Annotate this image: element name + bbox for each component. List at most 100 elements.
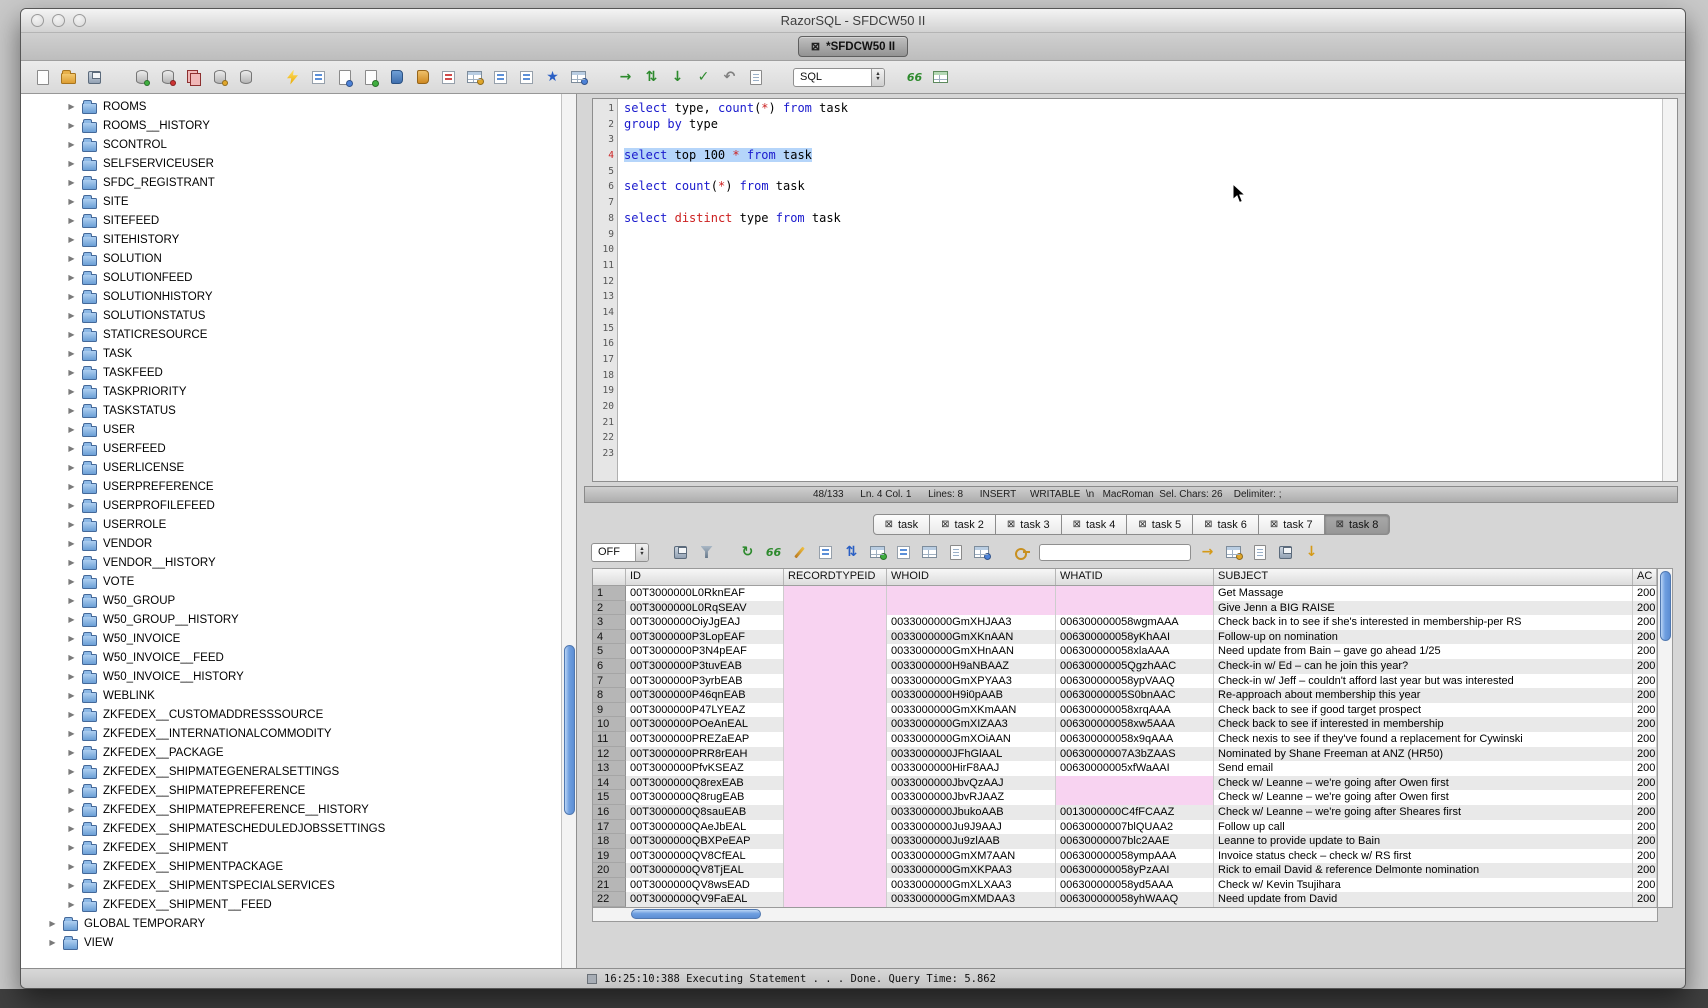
subject-cell[interactable]: Check back to see if good target prospec… [1214, 703, 1633, 718]
table-row[interactable]: 10 00T3000000POeAnEAL 0033000000GmXIZAA3… [593, 717, 1657, 732]
row-number-cell[interactable]: 17 [593, 820, 626, 835]
save-results-button[interactable] [671, 543, 690, 562]
result-tab[interactable]: ⊠ task 8 [1324, 514, 1391, 535]
sidebar-scrollbar-thumb[interactable] [564, 645, 575, 815]
id-cell[interactable]: 00T3000000P3yrbEAB [626, 674, 784, 689]
edit-page-button[interactable] [335, 68, 354, 87]
whoid-cell[interactable]: 0033000000GmXHJAA3 [887, 615, 1056, 630]
disclosure-triangle-icon[interactable]: ▶ [67, 748, 76, 757]
sidebar-item-table[interactable]: ▶ USERPREFERENCE [21, 477, 576, 496]
disclosure-triangle-icon[interactable]: ▶ [67, 406, 76, 415]
whatid-cell[interactable]: 006300000058wgmAAA [1056, 615, 1214, 630]
recordtypeid-cell[interactable] [784, 863, 887, 878]
subject-cell[interactable]: Check-in w/ Jeff – couldn't afford last … [1214, 674, 1633, 689]
new-connection-button[interactable] [210, 68, 229, 87]
whoid-cell[interactable]: 0033000000H9i0pAAB [887, 688, 1056, 703]
filter-results-button[interactable] [697, 543, 716, 562]
table-row[interactable]: 11 00T3000000PREZaEAP 0033000000GmXOiAAN… [593, 732, 1657, 747]
ac-cell[interactable]: 200 [1633, 805, 1657, 820]
subject-cell[interactable]: Check back in to see if she's interested… [1214, 615, 1633, 630]
table-row[interactable]: 21 00T3000000QV8wsEAD 0033000000GmXLXAA3… [593, 878, 1657, 893]
ac-cell[interactable]: 200 [1633, 688, 1657, 703]
disclosure-triangle-icon[interactable]: ▶ [67, 786, 76, 795]
disclosure-triangle-icon[interactable]: ▶ [67, 691, 76, 700]
subject-cell[interactable]: Check back to see if interested in membe… [1214, 717, 1633, 732]
row-number-cell[interactable]: 9 [593, 703, 626, 718]
disclosure-triangle-icon[interactable]: ▶ [67, 767, 76, 776]
recordtypeid-cell[interactable] [784, 717, 887, 732]
whoid-cell[interactable]: 0033000000GmXKnAAN [887, 630, 1056, 645]
subject-cell[interactable]: Rick to email David & reference Delmonte… [1214, 863, 1633, 878]
whatid-cell[interactable]: 006300000058yKhAAI [1056, 630, 1214, 645]
whoid-cell[interactable]: 0033000000GmXLXAA3 [887, 878, 1056, 893]
sidebar-item-table[interactable]: ▶ ZKFEDEX__INTERNATIONALCOMMODITY [21, 724, 576, 743]
whoid-cell[interactable]: 0033000000GmXMDAA3 [887, 892, 1056, 907]
recordtypeid-cell[interactable] [784, 644, 887, 659]
disclosure-triangle-icon[interactable]: ▶ [67, 273, 76, 282]
disclosure-triangle-icon[interactable]: ▶ [67, 121, 76, 130]
docs-orange-button[interactable] [413, 68, 432, 87]
grid-vertical-scrollbar[interactable] [1658, 568, 1673, 908]
disclosure-triangle-icon[interactable]: ▶ [67, 710, 76, 719]
row-number-cell[interactable]: 4 [593, 630, 626, 645]
table-row[interactable]: 8 00T3000000P46qnEAB 0033000000H9i0pAAB … [593, 688, 1657, 703]
disclosure-triangle-icon[interactable]: ▶ [67, 482, 76, 491]
table-row[interactable]: 14 00T3000000Q8rexEAB 0033000000JbvQzAAJ… [593, 776, 1657, 791]
recordtypeid-cell[interactable] [784, 776, 887, 791]
sidebar-item-table[interactable]: ▶ SCONTROL [21, 135, 576, 154]
whatid-cell[interactable]: 006300000058ypVAAQ [1056, 674, 1214, 689]
subject-cell[interactable]: Give Jenn a BIG RAISE [1214, 601, 1633, 616]
ac-cell[interactable]: 200 [1633, 878, 1657, 893]
close-tab-icon[interactable]: ⊠ [1073, 519, 1081, 530]
recordtypeid-cell[interactable] [784, 586, 887, 601]
row-number-cell[interactable]: 21 [593, 878, 626, 893]
ac-cell[interactable]: 200 [1633, 732, 1657, 747]
disclosure-triangle-icon[interactable]: ▶ [48, 919, 57, 928]
go-button[interactable]: → [616, 68, 635, 87]
sidebar-item-table[interactable]: ▶ USERLICENSE [21, 458, 576, 477]
export-results-button[interactable] [1224, 543, 1243, 562]
sidebar-item-table[interactable]: ▶ ROOMS [21, 97, 576, 116]
id-cell[interactable]: 00T3000000Q8rexEAB [626, 776, 784, 791]
id-cell[interactable]: 00T3000000Q8rugEAB [626, 790, 784, 805]
copy-button[interactable] [746, 68, 765, 87]
table-row[interactable]: 13 00T3000000PfvKSEAZ 0033000000HirF8AAJ… [593, 761, 1657, 776]
disclosure-triangle-icon[interactable]: ▶ [67, 425, 76, 434]
table-row[interactable]: 9 00T3000000P47LYEAZ 0033000000GmXKmAAN … [593, 703, 1657, 718]
execute-sql-button[interactable] [283, 68, 302, 87]
disclosure-triangle-icon[interactable]: ▶ [67, 235, 76, 244]
sidebar-item-table[interactable]: ▶ SITEFEED [21, 211, 576, 230]
disclosure-triangle-icon[interactable]: ▶ [67, 539, 76, 548]
subject-cell[interactable]: Check w/ Leanne – we're going after Shea… [1214, 805, 1633, 820]
recordtypeid-cell[interactable] [784, 601, 887, 616]
whatid-cell[interactable]: 006300000058yhWAAQ [1056, 892, 1214, 907]
subject-cell[interactable]: Get Massage [1214, 586, 1633, 601]
sidebar-item-table[interactable]: ▶ ZKFEDEX__SHIPMATESCHEDULEDJOBSSETTINGS [21, 819, 576, 838]
sidebar-item-table[interactable]: ▶ SITEHISTORY [21, 230, 576, 249]
document-tab[interactable]: ⊠ *SFDCW50 II [798, 36, 908, 57]
validate-button[interactable]: ✓ [694, 68, 713, 87]
download-button[interactable]: ↓ [1302, 543, 1321, 562]
edit-results-button[interactable] [790, 543, 809, 562]
whoid-cell[interactable]: 0033000000GmXKmAAN [887, 703, 1056, 718]
sidebar-item-table[interactable]: ▶ SOLUTIONFEED [21, 268, 576, 287]
disclosure-triangle-icon[interactable]: ▶ [67, 577, 76, 586]
disclosure-triangle-icon[interactable]: ▶ [67, 102, 76, 111]
ac-cell[interactable]: 200 [1633, 586, 1657, 601]
table-edit-button[interactable] [569, 68, 588, 87]
table-row[interactable]: 12 00T3000000PRR8rEAH 0033000000JFhGlAAL… [593, 747, 1657, 762]
sidebar-item-table[interactable]: ▶ WEBLINK [21, 686, 576, 705]
disconnect-db-button[interactable] [158, 68, 177, 87]
whatid-cell[interactable]: 00630000007A3bZAAS [1056, 747, 1214, 762]
sidebar-item-table[interactable]: ▶ USERROLE [21, 515, 576, 534]
id-cell[interactable]: 00T3000000QBXPeEAP [626, 834, 784, 849]
id-cell[interactable]: 00T3000000PREZaEAP [626, 732, 784, 747]
disclosure-triangle-icon[interactable]: ▶ [67, 900, 76, 909]
whoid-cell[interactable]: 0033000000H9aNBAAZ [887, 659, 1056, 674]
results-table-button[interactable] [931, 68, 950, 87]
whoid-cell[interactable]: 0033000000JbvRJAAZ [887, 790, 1056, 805]
id-cell[interactable]: 00T3000000QAeJbEAL [626, 820, 784, 835]
sidebar-item-table[interactable]: ▶ SOLUTION [21, 249, 576, 268]
sidebar-item-table[interactable]: ▶ ZKFEDEX__PACKAGE [21, 743, 576, 762]
table-row[interactable]: 19 00T3000000QV8CfEAL 0033000000GmXM7AAN… [593, 849, 1657, 864]
